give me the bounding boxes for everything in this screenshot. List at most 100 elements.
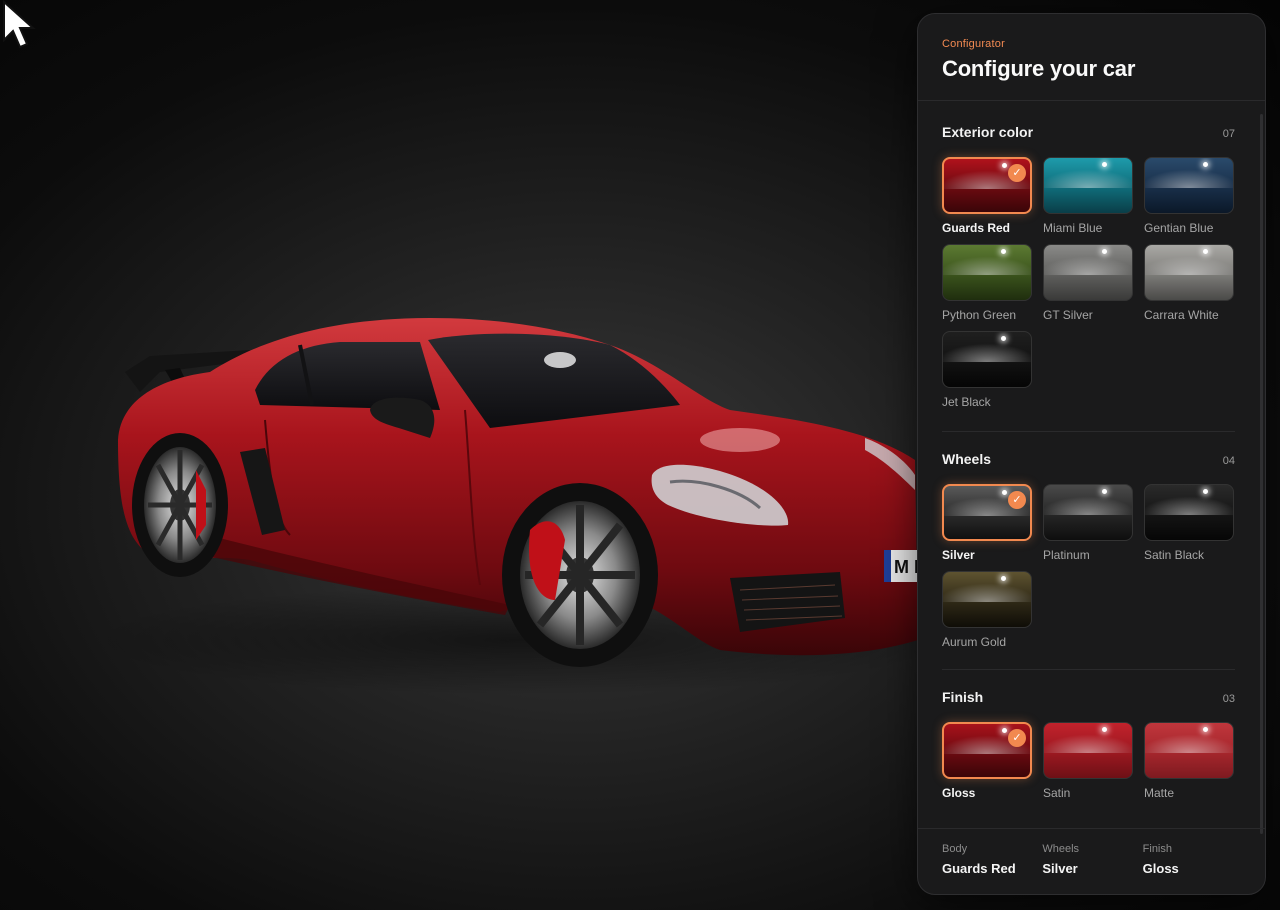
swatch[interactable]: ✓ bbox=[942, 722, 1032, 779]
summary-key: Finish bbox=[1142, 843, 1172, 855]
swatch-highlight bbox=[1203, 162, 1208, 167]
option-label: Platinum bbox=[1043, 548, 1090, 562]
option-gt-silver[interactable]: GT Silver bbox=[1043, 244, 1133, 324]
section-finish: Finish 03 ✓ Gloss Satin Matte bbox=[942, 689, 1235, 802]
swatch-highlight bbox=[1002, 728, 1007, 733]
swatch[interactable] bbox=[1144, 722, 1234, 779]
car-render: M L bbox=[90, 318, 920, 695]
swatch[interactable] bbox=[1043, 157, 1133, 214]
swatch-shine bbox=[1145, 495, 1233, 515]
swatch[interactable] bbox=[942, 331, 1032, 388]
swatch-shine bbox=[1044, 495, 1132, 515]
summary-key: Wheels bbox=[1042, 843, 1080, 855]
section-wheels: Wheels 04 ✓ Silver Platinum Satin Black Auru… bbox=[942, 451, 1235, 651]
option-guards-red[interactable]: ✓ Guards Red bbox=[942, 157, 1032, 237]
rear-wheel bbox=[132, 433, 228, 577]
check-icon: ✓ bbox=[1008, 729, 1026, 747]
option-label: Satin Black bbox=[1144, 548, 1205, 562]
swatch-highlight bbox=[1203, 249, 1208, 254]
swatch-highlight bbox=[1203, 489, 1208, 494]
option-platinum[interactable]: Platinum bbox=[1043, 484, 1133, 564]
swatch-shine bbox=[943, 582, 1031, 602]
front-wheel bbox=[502, 483, 658, 667]
option-label: GT Silver bbox=[1043, 308, 1093, 322]
swatch[interactable]: ✓ bbox=[942, 157, 1032, 214]
swatch-shine bbox=[1044, 255, 1132, 275]
swatch-shine bbox=[1044, 168, 1132, 188]
swatch-highlight bbox=[1001, 249, 1006, 254]
option-grid: ✓ Guards Red Miami Blue Gentian Blue Python … bbox=[942, 157, 1235, 411]
summary-finish: Finish Gloss bbox=[1143, 843, 1243, 894]
section-exterior-color: Exterior color 07 ✓ Guards Red Miami Blue G… bbox=[942, 124, 1235, 411]
option-label: Gloss bbox=[942, 786, 976, 800]
option-label: Python Green bbox=[942, 308, 1017, 322]
option-grid: ✓ Gloss Satin Matte bbox=[942, 722, 1235, 802]
swatch-shine bbox=[1145, 168, 1233, 188]
option-gentian-blue[interactable]: Gentian Blue bbox=[1144, 157, 1234, 237]
summary-footer: Body Guards Red Wheels Silver Finish Glo… bbox=[918, 828, 1265, 894]
option-silver[interactable]: ✓ Silver bbox=[942, 484, 1032, 564]
section-count: 03 bbox=[1222, 693, 1235, 705]
option-label: Carrara White bbox=[1144, 308, 1219, 322]
option-matte[interactable]: Matte bbox=[1144, 722, 1234, 802]
swatch[interactable] bbox=[942, 244, 1032, 301]
option-label: Guards Red bbox=[942, 221, 1011, 235]
swatch-highlight bbox=[1102, 249, 1107, 254]
swatch[interactable] bbox=[1043, 722, 1133, 779]
swatch[interactable] bbox=[1144, 484, 1234, 541]
swatch-highlight bbox=[1002, 163, 1007, 168]
panel-header: Configurator Configure your car bbox=[918, 14, 1265, 101]
swatch[interactable]: ✓ bbox=[942, 484, 1032, 541]
section-title: Finish bbox=[942, 689, 984, 705]
option-jet-black[interactable]: Jet Black bbox=[942, 331, 1032, 411]
swatch-highlight bbox=[1203, 727, 1208, 732]
summary-value: Silver bbox=[1042, 861, 1078, 876]
option-satin-black[interactable]: Satin Black bbox=[1144, 484, 1234, 564]
section-title: Wheels bbox=[942, 451, 992, 467]
section-count: 07 bbox=[1222, 128, 1235, 140]
option-gloss[interactable]: ✓ Gloss bbox=[942, 722, 1032, 802]
configurator-panel: Configurator Configure your car Exterior… bbox=[917, 13, 1266, 895]
page-title: Configure your car bbox=[942, 56, 1136, 81]
cursor-arrow-icon bbox=[3, 0, 36, 49]
swatch[interactable] bbox=[942, 571, 1032, 628]
swatch[interactable] bbox=[1144, 244, 1234, 301]
section-divider bbox=[942, 669, 1235, 670]
swatch-shine bbox=[943, 342, 1031, 362]
swatch-highlight bbox=[1001, 576, 1006, 581]
swatch-shine bbox=[943, 255, 1031, 275]
option-carrara-white[interactable]: Carrara White bbox=[1144, 244, 1234, 324]
section-title: Exterior color bbox=[942, 124, 1034, 140]
option-label: Silver bbox=[942, 548, 975, 562]
option-label: Matte bbox=[1144, 786, 1175, 800]
swatch-highlight bbox=[1102, 727, 1107, 732]
option-grid: ✓ Silver Platinum Satin Black Aurum Gold bbox=[942, 484, 1235, 651]
swatch-highlight bbox=[1102, 489, 1107, 494]
check-icon: ✓ bbox=[1008, 164, 1026, 182]
option-label: Miami Blue bbox=[1043, 221, 1103, 235]
swatch[interactable] bbox=[1043, 484, 1133, 541]
swatch[interactable] bbox=[1144, 157, 1234, 214]
summary-value: Guards Red bbox=[942, 861, 1016, 876]
section-count: 04 bbox=[1222, 455, 1235, 467]
swatch-highlight bbox=[1001, 336, 1006, 341]
swatch[interactable] bbox=[1043, 244, 1133, 301]
summary-wheels: Wheels Silver bbox=[1042, 843, 1142, 894]
option-label: Satin bbox=[1043, 786, 1071, 800]
summary-key: Body bbox=[942, 843, 968, 855]
section-divider bbox=[942, 431, 1235, 432]
panel-eyebrow: Configurator bbox=[942, 38, 1005, 50]
swatch-shine bbox=[1044, 733, 1132, 753]
option-python-green[interactable]: Python Green bbox=[942, 244, 1032, 324]
check-icon: ✓ bbox=[1008, 491, 1026, 509]
summary-value: Gloss bbox=[1142, 861, 1179, 876]
option-label: Aurum Gold bbox=[942, 635, 1007, 649]
option-satin[interactable]: Satin bbox=[1043, 722, 1133, 802]
option-label: Jet Black bbox=[942, 395, 991, 409]
option-aurum-gold[interactable]: Aurum Gold bbox=[942, 571, 1032, 651]
option-miami-blue[interactable]: Miami Blue bbox=[1043, 157, 1133, 237]
summary-body: Body Guards Red bbox=[942, 843, 1042, 894]
swatch-highlight bbox=[1002, 490, 1007, 495]
option-label: Gentian Blue bbox=[1144, 221, 1214, 235]
panel-scrollbar[interactable] bbox=[1260, 114, 1263, 834]
